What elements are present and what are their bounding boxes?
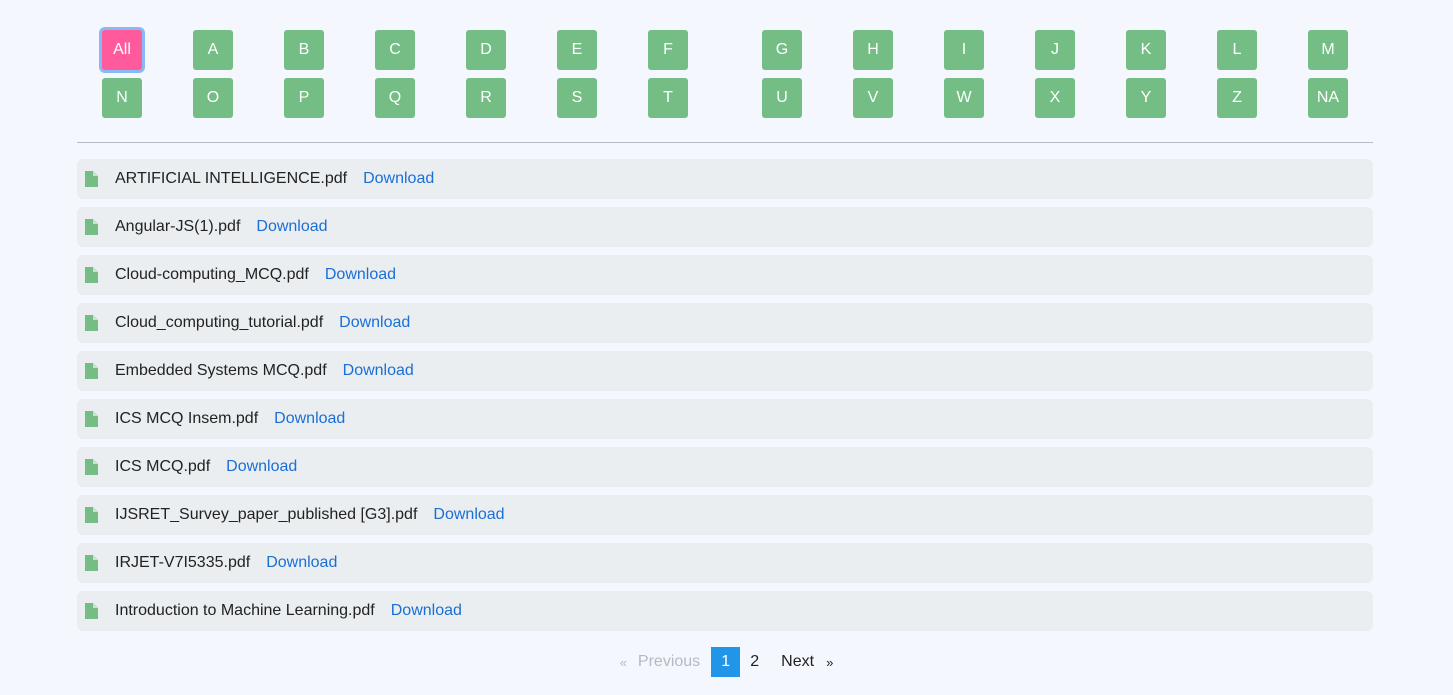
download-link[interactable]: Download bbox=[325, 266, 396, 284]
file-row: IJSRET_Survey_paper_published [G3].pdf D… bbox=[77, 495, 1373, 535]
file-name: ICS MCQ Insem.pdf bbox=[115, 410, 259, 427]
file-icon bbox=[85, 171, 98, 187]
letter-filter-x[interactable]: X bbox=[1035, 78, 1075, 118]
previous-page-button: « Previous bbox=[620, 653, 700, 671]
download-link[interactable]: Download bbox=[363, 170, 434, 188]
letter-filter-k[interactable]: K bbox=[1126, 30, 1166, 70]
previous-arrow-icon: « bbox=[619, 654, 627, 670]
letter-filter-c[interactable]: C bbox=[375, 30, 415, 70]
download-link[interactable]: Download bbox=[343, 362, 414, 380]
letter-filter-u[interactable]: U bbox=[762, 78, 802, 118]
next-arrow-icon: » bbox=[826, 654, 834, 670]
download-link[interactable]: Download bbox=[256, 218, 327, 236]
letter-filter-l[interactable]: L bbox=[1217, 30, 1257, 70]
letter-filter-m[interactable]: M bbox=[1308, 30, 1348, 70]
file-name: Cloud_computing_tutorial.pdf bbox=[115, 314, 324, 331]
file-name: Introduction to Machine Learning.pdf bbox=[115, 602, 375, 619]
file-icon bbox=[85, 315, 98, 331]
section-divider bbox=[77, 142, 1373, 143]
letter-filter-t[interactable]: T bbox=[648, 78, 688, 118]
download-link[interactable]: Download bbox=[339, 314, 410, 332]
file-row: IRJET-V7I5335.pdf Download bbox=[77, 543, 1373, 583]
letter-filter-v[interactable]: V bbox=[853, 78, 893, 118]
letter-filter-s[interactable]: S bbox=[557, 78, 597, 118]
file-icon bbox=[85, 603, 98, 619]
letter-filter-p[interactable]: P bbox=[284, 78, 324, 118]
letter-filter-a[interactable]: A bbox=[193, 30, 233, 70]
file-row: Cloud-computing_MCQ.pdf Download bbox=[77, 255, 1373, 295]
file-name: Angular-JS(1).pdf bbox=[115, 218, 241, 235]
letter-filter-q[interactable]: Q bbox=[375, 78, 415, 118]
file-name: Embedded Systems MCQ.pdf bbox=[115, 362, 327, 379]
letter-filter-na[interactable]: NA bbox=[1308, 78, 1348, 118]
letter-filter-e[interactable]: E bbox=[557, 30, 597, 70]
letter-filter-d[interactable]: D bbox=[466, 30, 506, 70]
letter-filter-f[interactable]: F bbox=[648, 30, 688, 70]
file-row: ICS MCQ Insem.pdf Download bbox=[77, 399, 1373, 439]
file-row: ARTIFICIAL INTELLIGENCE.pdf Download bbox=[77, 159, 1373, 199]
previous-label: Previous bbox=[637, 653, 701, 670]
download-link[interactable]: Download bbox=[266, 554, 337, 572]
file-icon bbox=[85, 555, 98, 571]
file-icon bbox=[85, 507, 98, 523]
letter-filter-all[interactable]: All bbox=[102, 30, 142, 70]
file-icon bbox=[85, 267, 98, 283]
letter-filter-i[interactable]: I bbox=[944, 30, 984, 70]
download-link[interactable]: Download bbox=[433, 506, 504, 524]
pagination: « Previous 1 2 Next » bbox=[0, 647, 1453, 677]
letter-filter-o[interactable]: O bbox=[193, 78, 233, 118]
next-page-button[interactable]: Next » bbox=[781, 653, 833, 671]
letter-filter-h[interactable]: H bbox=[853, 30, 893, 70]
letter-filter-w[interactable]: W bbox=[944, 78, 984, 118]
download-link[interactable]: Download bbox=[274, 410, 345, 428]
file-icon bbox=[85, 411, 98, 427]
page-1-button[interactable]: 1 bbox=[711, 647, 741, 677]
alphabet-filter: All A B C D E F G H I J K L M N O P Q R … bbox=[0, 0, 1453, 130]
download-link[interactable]: Download bbox=[391, 602, 462, 620]
file-row: Introduction to Machine Learning.pdf Dow… bbox=[77, 591, 1373, 631]
letter-filter-j[interactable]: J bbox=[1035, 30, 1075, 70]
file-row: Embedded Systems MCQ.pdf Download bbox=[77, 351, 1373, 391]
file-row: Cloud_computing_tutorial.pdf Download bbox=[77, 303, 1373, 343]
file-row: ICS MCQ.pdf Download bbox=[77, 447, 1373, 487]
file-browser-page: All A B C D E F G H I J K L M N O P Q R … bbox=[0, 0, 1453, 695]
next-label: Next bbox=[781, 653, 815, 670]
page-2-button[interactable]: 2 bbox=[740, 647, 769, 677]
letter-filter-b[interactable]: B bbox=[284, 30, 324, 70]
file-icon bbox=[85, 459, 98, 475]
file-name: IRJET-V7I5335.pdf bbox=[115, 554, 251, 571]
file-icon bbox=[85, 219, 98, 235]
download-link[interactable]: Download bbox=[226, 458, 297, 476]
file-icon bbox=[85, 363, 98, 379]
letter-filter-y[interactable]: Y bbox=[1126, 78, 1166, 118]
file-name: IJSRET_Survey_paper_published [G3].pdf bbox=[115, 506, 418, 523]
file-name: ARTIFICIAL INTELLIGENCE.pdf bbox=[115, 170, 348, 187]
letter-filter-g[interactable]: G bbox=[762, 30, 802, 70]
file-row: Angular-JS(1).pdf Download bbox=[77, 207, 1373, 247]
letter-filter-r[interactable]: R bbox=[466, 78, 506, 118]
file-list: ARTIFICIAL INTELLIGENCE.pdf Download Ang… bbox=[77, 159, 1373, 639]
file-name: Cloud-computing_MCQ.pdf bbox=[115, 266, 309, 283]
letter-filter-z[interactable]: Z bbox=[1217, 78, 1257, 118]
file-name: ICS MCQ.pdf bbox=[115, 458, 211, 475]
letter-filter-n[interactable]: N bbox=[102, 78, 142, 118]
